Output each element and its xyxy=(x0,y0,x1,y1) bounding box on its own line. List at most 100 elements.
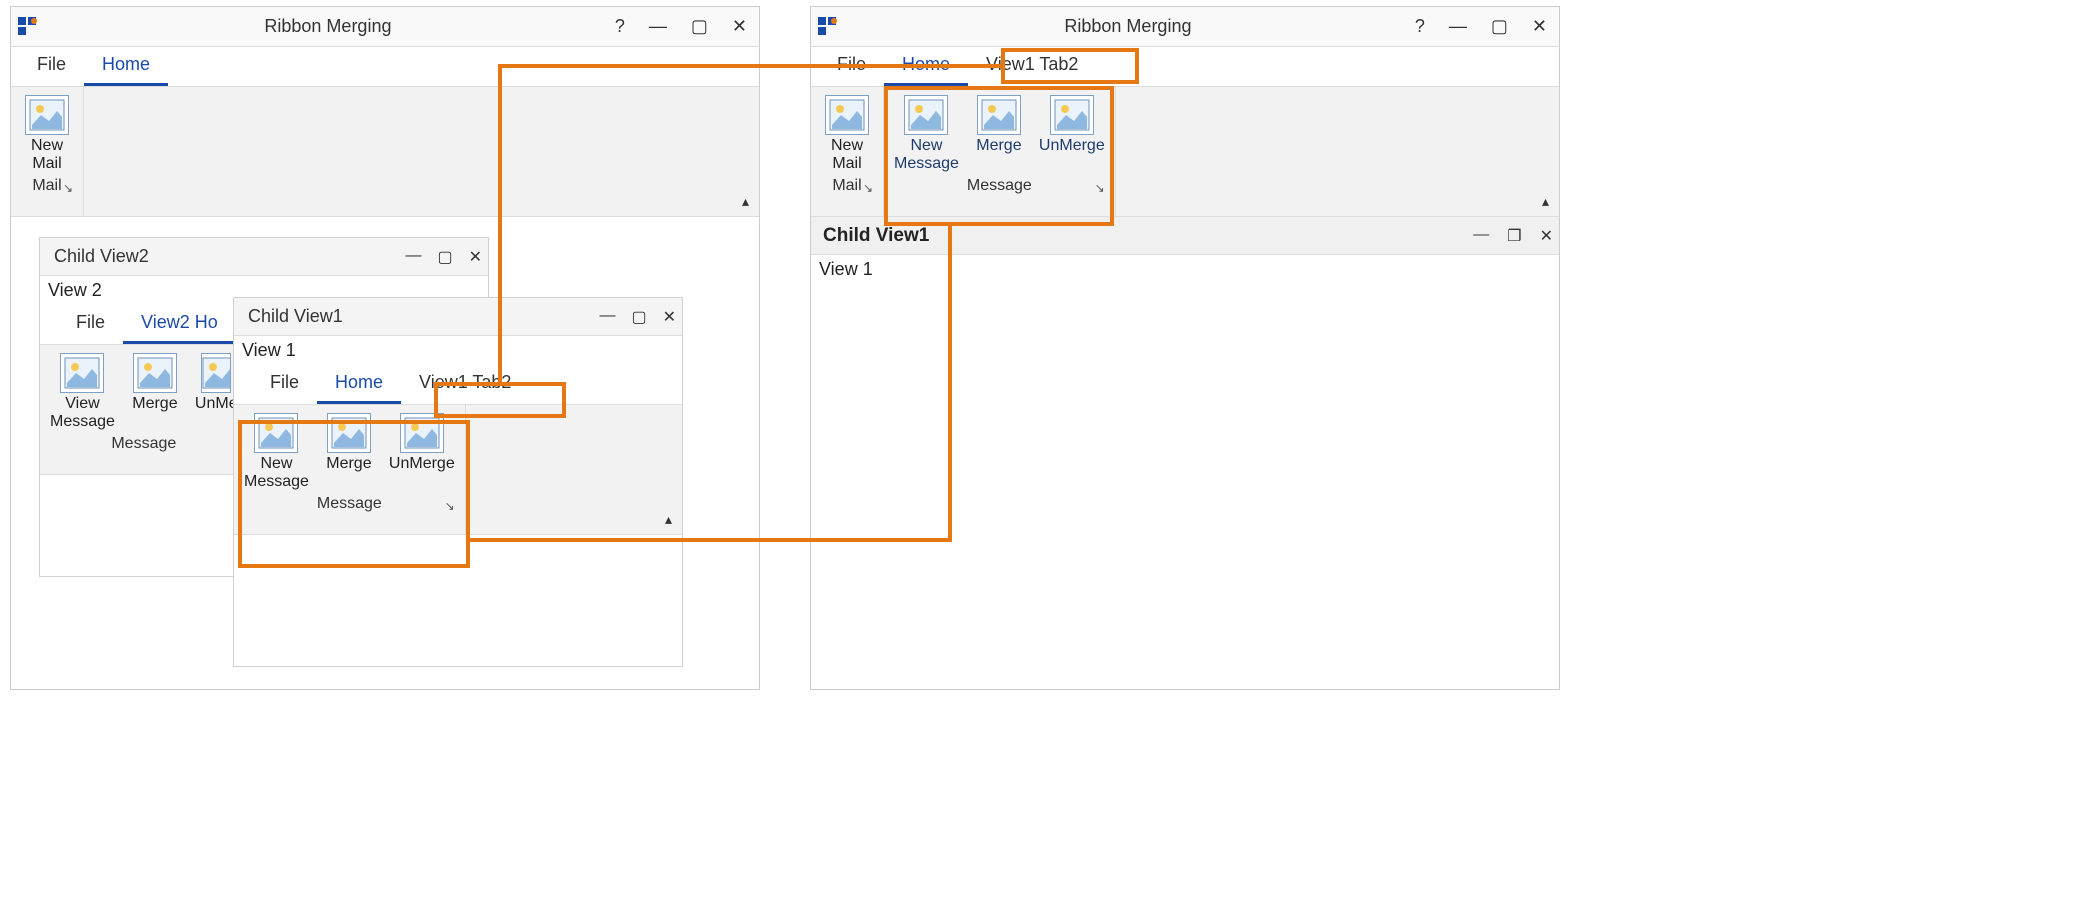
image-placeholder-icon xyxy=(327,413,371,453)
dialog-launcher-icon[interactable]: ↘ xyxy=(863,181,873,195)
child2-group-message: View Message Merge UnMe Message xyxy=(40,345,248,474)
minimize-button[interactable]: — xyxy=(405,247,421,267)
merge-button[interactable]: Merge xyxy=(969,91,1029,174)
merge-button[interactable]: Merge xyxy=(319,409,379,492)
left-app-window: Ribbon Merging ? — ▢ ✕ File Home New Mai… xyxy=(10,6,760,690)
tab-view1-tab2[interactable]: View1 Tab2 xyxy=(401,364,529,404)
image-placeholder-icon xyxy=(825,95,869,135)
maximize-button[interactable]: ▢ xyxy=(687,16,712,37)
tab-home[interactable]: Home xyxy=(84,46,168,86)
maximize-button[interactable]: ▢ xyxy=(437,247,452,267)
new-message-label: New Message xyxy=(244,455,309,492)
app-icon xyxy=(17,16,39,38)
help-button[interactable]: ? xyxy=(1411,16,1429,37)
new-mail-label: New Mail xyxy=(31,137,63,174)
child1-ribbon: New Message Merge UnMerge Message xyxy=(234,405,682,535)
collapse-ribbon-icon[interactable]: ▴ xyxy=(1542,193,1549,210)
child-view1-window: Child View1 — ▢ ✕ View 1 File Home View1… xyxy=(233,297,683,667)
restore-button[interactable]: ❐ xyxy=(1507,226,1521,246)
image-placeholder-icon xyxy=(1050,95,1094,135)
right-titlebar[interactable]: Ribbon Merging ? — ▢ ✕ xyxy=(811,7,1559,47)
child2-titlebar[interactable]: Child View2 — ▢ ✕ xyxy=(40,238,488,276)
new-mail-button[interactable]: New Mail xyxy=(17,91,77,174)
right-group-msg-name: Message xyxy=(967,177,1032,195)
new-message-button[interactable]: New Message xyxy=(240,409,313,492)
merge-button[interactable]: Merge xyxy=(125,349,185,432)
image-placeholder-icon xyxy=(254,413,298,453)
maximize-button[interactable]: ▢ xyxy=(631,307,646,327)
merge-label: Merge xyxy=(326,455,371,473)
image-placeholder-icon xyxy=(25,95,69,135)
merge-label: Merge xyxy=(976,137,1021,155)
unmerge-button[interactable]: UnMerge xyxy=(385,409,459,492)
dialog-launcher-icon[interactable]: ↘ xyxy=(1095,181,1105,195)
unmerge-label: UnMerge xyxy=(1039,137,1105,155)
child2-group-name: Message xyxy=(111,435,176,453)
image-placeholder-icon xyxy=(400,413,444,453)
image-placeholder-icon xyxy=(977,95,1021,135)
right-window-title: Ribbon Merging xyxy=(845,16,1411,37)
close-button[interactable]: ✕ xyxy=(1540,226,1553,246)
close-button[interactable]: ✕ xyxy=(728,16,751,37)
help-button[interactable]: ? xyxy=(611,16,629,37)
tab-home[interactable]: Home xyxy=(317,364,401,404)
minimize-button[interactable]: — xyxy=(645,16,671,37)
child1-titlebar[interactable]: Child View1 — ▢ ✕ xyxy=(234,298,682,336)
left-client-area: Child View2 — ▢ ✕ View 2 File View2 Ho V xyxy=(11,217,759,689)
merge-label: Merge xyxy=(132,395,177,413)
tab-file[interactable]: File xyxy=(19,46,84,86)
unmerge-label: UnMerge xyxy=(389,455,455,473)
minimize-button[interactable]: — xyxy=(1445,16,1471,37)
image-placeholder-icon xyxy=(60,353,104,393)
mdi-child-title: Child View1 xyxy=(823,225,1473,247)
child1-body-text: View 1 xyxy=(234,336,682,365)
image-placeholder-icon xyxy=(133,353,177,393)
app-icon xyxy=(817,16,839,38)
child1-group-name: Message xyxy=(317,495,382,513)
mdi-child-titlebar[interactable]: Child View1 — ❐ ✕ xyxy=(811,217,1559,255)
left-tabs: File Home xyxy=(11,47,759,87)
group-mail-name: Mail xyxy=(32,177,61,195)
maximize-button[interactable]: ▢ xyxy=(1487,16,1512,37)
tab-file[interactable]: File xyxy=(819,46,884,86)
right-tabs: File Home View1 Tab2 xyxy=(811,47,1559,87)
unmerge-label: UnMe xyxy=(195,395,238,413)
child2-title: Child View2 xyxy=(54,246,405,267)
image-placeholder-icon xyxy=(201,353,231,393)
right-group-mail: New Mail Mail ↘ xyxy=(811,87,884,216)
group-mail: New Mail Mail ↘ xyxy=(11,87,84,216)
left-titlebar[interactable]: Ribbon Merging ? — ▢ ✕ xyxy=(11,7,759,47)
close-button[interactable]: ✕ xyxy=(663,307,676,327)
dialog-launcher-icon[interactable]: ↘ xyxy=(63,181,73,195)
right-ribbon: New Mail Mail ↘ New Message Merge xyxy=(811,87,1559,217)
tab-view1-tab2[interactable]: View1 Tab2 xyxy=(968,46,1096,86)
right-app-window: Ribbon Merging ? — ▢ ✕ File Home View1 T… xyxy=(810,6,1560,690)
mdi-body-text: View 1 xyxy=(811,255,1559,284)
child1-title: Child View1 xyxy=(248,306,599,327)
left-ribbon: New Mail Mail ↘ ▴ xyxy=(11,87,759,217)
tab-home[interactable]: Home xyxy=(884,46,968,86)
close-button[interactable]: ✕ xyxy=(469,247,482,267)
collapse-ribbon-icon[interactable]: ▴ xyxy=(742,193,749,210)
tab-file[interactable]: File xyxy=(252,364,317,404)
new-mail-label: New Mail xyxy=(831,137,863,174)
unmerge-button[interactable]: UnMerge xyxy=(1035,91,1109,174)
child1-tabs: File Home View1 Tab2 xyxy=(234,365,682,405)
tab-view2-home[interactable]: View2 Ho xyxy=(123,304,233,344)
new-mail-button[interactable]: New Mail xyxy=(817,91,877,174)
close-button[interactable]: ✕ xyxy=(1528,16,1551,37)
view-message-button[interactable]: View Message xyxy=(46,349,119,432)
child1-group-message: New Message Merge UnMerge Message xyxy=(234,405,466,534)
right-group-message: New Message Merge UnMerge Message ↘ xyxy=(884,87,1116,216)
new-message-label: New Message xyxy=(894,137,959,174)
collapse-ribbon-icon[interactable]: ▴ xyxy=(665,511,672,528)
left-window-title: Ribbon Merging xyxy=(45,16,611,37)
minimize-button[interactable]: — xyxy=(1473,226,1489,246)
new-message-button[interactable]: New Message xyxy=(890,91,963,174)
view-message-label: View Message xyxy=(50,395,115,432)
tab-file[interactable]: File xyxy=(58,304,123,344)
right-group-mail-name: Mail xyxy=(832,177,861,195)
minimize-button[interactable]: — xyxy=(599,307,615,327)
dialog-launcher-icon[interactable]: ↘ xyxy=(445,499,455,513)
image-placeholder-icon xyxy=(904,95,948,135)
